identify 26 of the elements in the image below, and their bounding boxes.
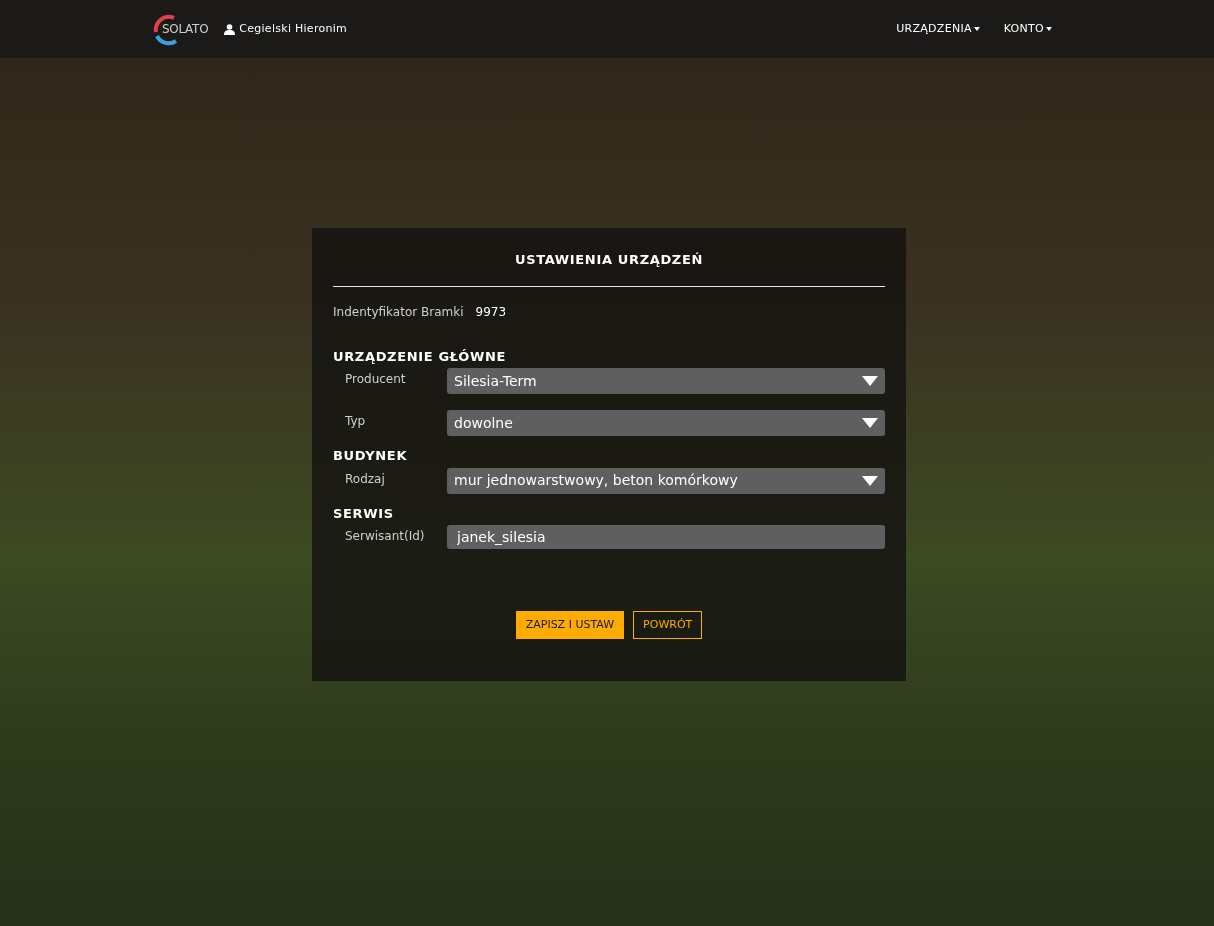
select-field[interactable]: Silesia-Term <box>447 368 885 394</box>
select-field[interactable]: mur jednowarstwowy, beton komórkowy <box>447 467 885 494</box>
nav-menu[interactable]: URZĄDZENIA <box>896 20 980 38</box>
field-label: Producent <box>344 371 407 388</box>
field-label: Rodzaj <box>344 470 386 488</box>
dropdown-caret-icon <box>862 475 878 486</box>
gateway-value: 9973 <box>475 303 507 321</box>
field-label: Typ <box>344 413 367 430</box>
gateway-label: Indentyfikator Bramki <box>333 303 464 321</box>
field-label: Serwisant(Id) <box>344 528 426 545</box>
caret-icon <box>973 27 980 31</box>
caret-icon <box>1046 27 1052 31</box>
section-heading: BUDYNEK <box>333 447 409 465</box>
nav-menu[interactable]: KONTO <box>1003 20 1052 38</box>
back-button[interactable]: POWRÓT <box>633 611 703 639</box>
logo-text: SOLATO <box>162 21 209 38</box>
dropdown-caret-icon <box>862 418 878 428</box>
section-heading: SERWIS <box>333 504 395 523</box>
user-icon <box>224 23 236 35</box>
save-button[interactable]: ZAPISZ I USTAW <box>515 611 625 639</box>
input-field[interactable]: janek_silesia <box>447 525 885 549</box>
panel-title: USTAWIENIA URZĄDZEŃ <box>333 250 885 287</box>
user-name: Cegielski Hieronim <box>239 20 348 37</box>
section-heading: URZĄDZENIE GŁÓWNE <box>333 347 508 366</box>
dropdown-caret-icon <box>862 376 878 386</box>
select-field[interactable]: dowolne <box>447 410 885 436</box>
